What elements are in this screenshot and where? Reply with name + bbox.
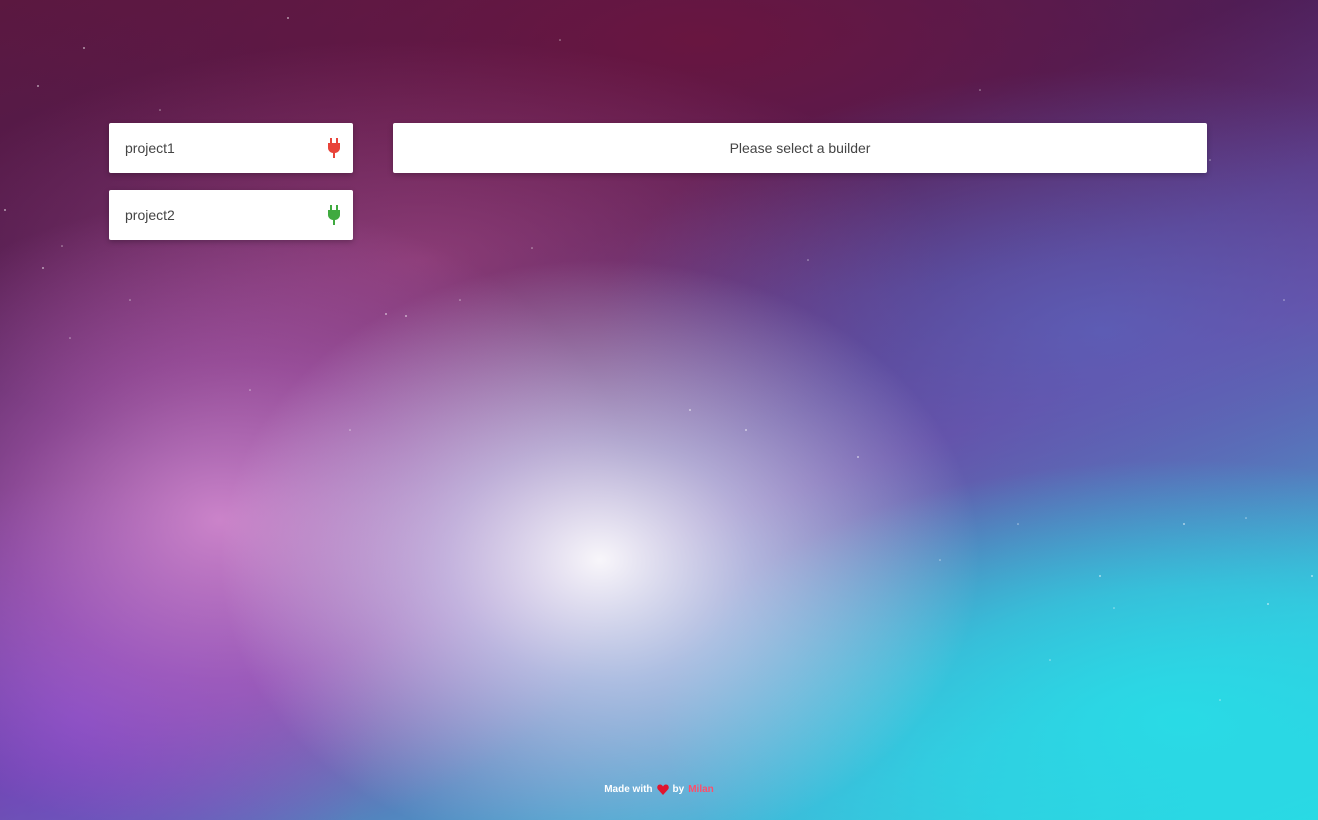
plug-disconnected-icon bbox=[327, 138, 341, 158]
builder-panel: Please select a builder bbox=[393, 123, 1207, 173]
heart-icon bbox=[656, 784, 669, 795]
plug-connected-icon bbox=[327, 205, 341, 225]
project-name: project1 bbox=[125, 140, 175, 156]
project-item-project2[interactable]: project2 bbox=[109, 190, 353, 240]
footer-by: by bbox=[672, 784, 685, 795]
author-link[interactable]: Milan bbox=[688, 784, 714, 795]
project-item-project1[interactable]: project1 bbox=[109, 123, 353, 173]
project-name: project2 bbox=[125, 207, 175, 223]
footer: Made with by Milan bbox=[0, 784, 1318, 795]
builder-placeholder-message: Please select a builder bbox=[729, 140, 871, 156]
footer-prefix: Made with bbox=[604, 784, 653, 795]
